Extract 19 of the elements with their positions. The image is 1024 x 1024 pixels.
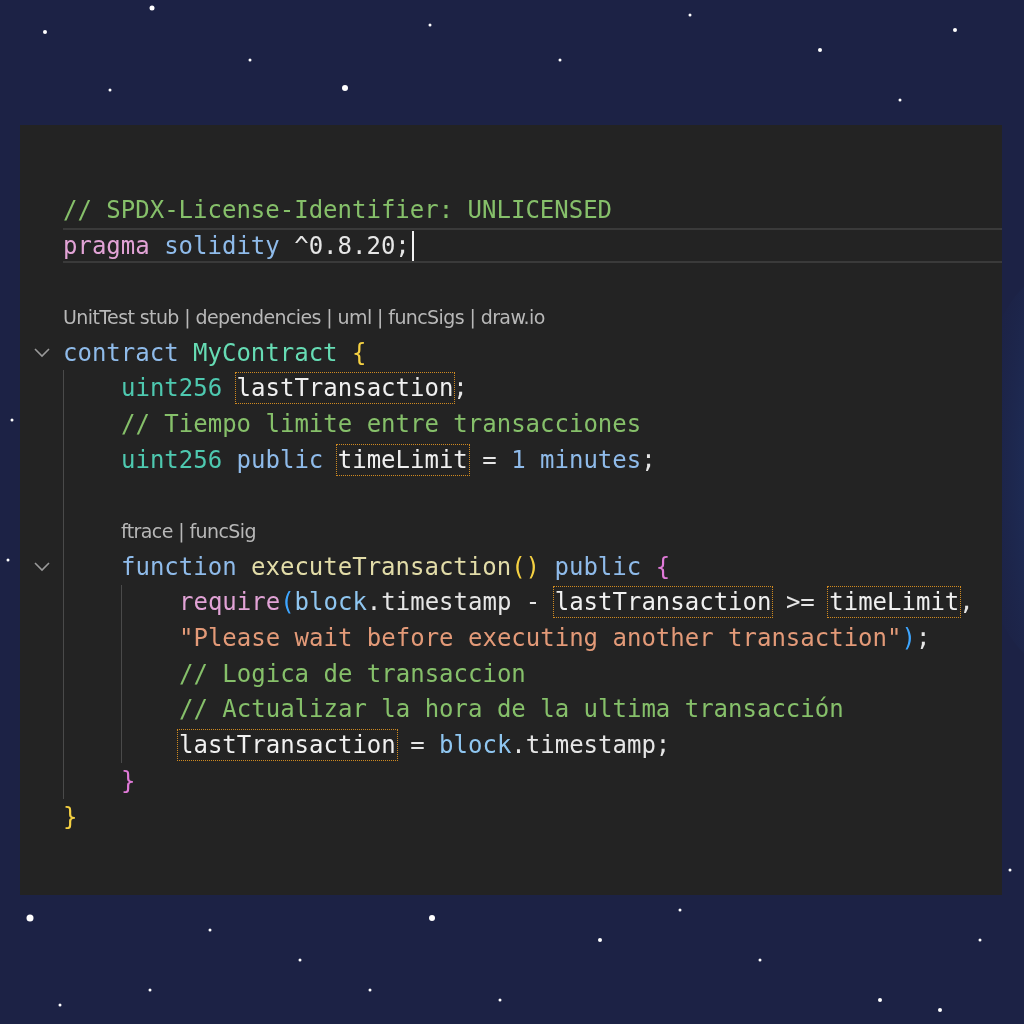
code-line: // Logica de transaccion <box>179 659 526 688</box>
code-line: require(block.timestamp - lastTransaction >= timeLimit, <box>179 588 974 617</box>
code-line: // SPDX-License-Identifier: UNLICENSED <box>63 195 613 224</box>
code-lens[interactable]: ftrace | funcSig <box>121 520 256 543</box>
code-line: uint256 public timeLimit = 1 minutes; <box>121 445 656 474</box>
code-line: "Please wait before executing another transaction"); <box>179 624 931 653</box>
code-line: } <box>63 802 78 831</box>
fold-chevron-icon[interactable] <box>33 347 50 358</box>
code-line: function executeTransaction() public { <box>121 552 671 581</box>
code-lens[interactable]: UnitTest stub | dependencies | uml | funcSigs | draw.io <box>63 305 545 328</box>
code-line: // Tiempo limite entre transacciones <box>121 409 642 438</box>
code-line: lastTransaction = block.timestamp; <box>179 731 671 760</box>
code-line: } <box>121 766 136 795</box>
code-line: // Actualizar la hora de la ultima transacción <box>179 695 844 724</box>
code-line: pragma solidity ^0.8.20; <box>63 231 410 260</box>
fold-chevron-icon[interactable] <box>33 561 50 572</box>
text-cursor <box>411 230 414 261</box>
code-line: uint256 lastTransaction; <box>121 374 468 403</box>
code-line: contract MyContract { <box>63 338 367 367</box>
